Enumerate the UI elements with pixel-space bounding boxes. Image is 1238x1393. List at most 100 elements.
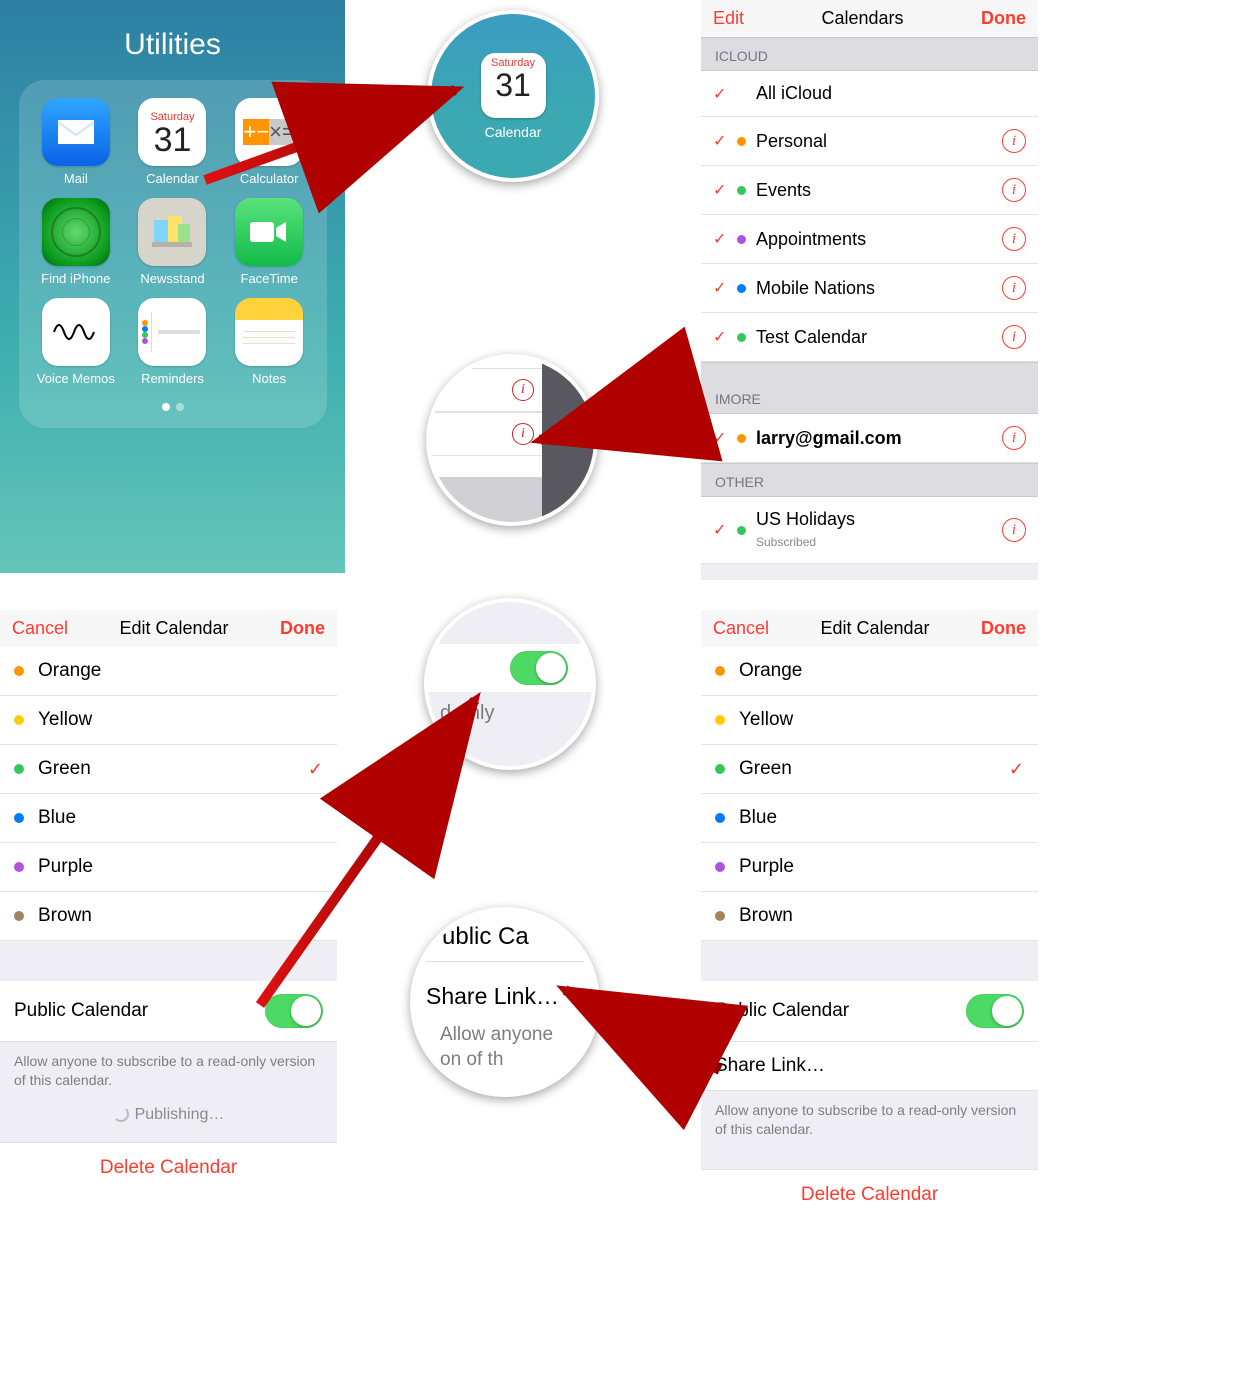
- info-icon[interactable]: i: [1002, 227, 1026, 251]
- info-icon[interactable]: i: [1002, 178, 1026, 202]
- share-link-row[interactable]: Share Link…: [701, 1042, 1038, 1091]
- calendar-imore-item[interactable]: ✓ larry@gmail.com i: [701, 414, 1038, 463]
- calendar-us-holidays[interactable]: ✓ US Holidays Subscribed i: [701, 497, 1038, 564]
- delete-calendar-button[interactable]: Delete Calendar: [701, 1169, 1038, 1220]
- row-label: Blue: [38, 807, 323, 829]
- zoom-row-public: Public Ca: [426, 923, 584, 962]
- row-label: Green: [739, 758, 1009, 780]
- color-dot: [715, 911, 725, 921]
- color-green[interactable]: Green✓: [0, 745, 337, 794]
- color-brown[interactable]: Brown: [701, 892, 1038, 941]
- info-icon: i: [512, 379, 534, 401]
- done-button[interactable]: Done: [981, 618, 1026, 639]
- edit-button[interactable]: Edit: [713, 8, 744, 29]
- done-button[interactable]: Done: [981, 8, 1026, 29]
- app-notes[interactable]: Notes: [224, 298, 315, 386]
- calendar-mobile-nations[interactable]: ✓ Mobile Nations i: [701, 264, 1038, 313]
- app-label: Newsstand: [140, 271, 204, 286]
- app-calculator[interactable]: +−×= Calculator: [224, 98, 315, 186]
- notes-icon: [235, 298, 303, 366]
- color-brown[interactable]: Brown: [0, 892, 337, 941]
- cancel-button[interactable]: Cancel: [713, 618, 769, 639]
- calendar-daynum: 31: [154, 123, 192, 157]
- section-header-icloud: ICLOUD: [701, 37, 1038, 71]
- check-icon: ✓: [308, 759, 323, 780]
- calendar-all-icloud[interactable]: ✓ All iCloud: [701, 71, 1038, 117]
- nav-title: Calendars: [821, 8, 903, 29]
- app-label: Reminders: [141, 371, 204, 386]
- color-purple[interactable]: Purple: [701, 843, 1038, 892]
- calendar-appointments[interactable]: ✓ Appointments i: [701, 215, 1038, 264]
- row-label: Public Calendar: [715, 1000, 966, 1022]
- app-facetime[interactable]: FaceTime: [224, 198, 315, 286]
- app-voice-memos[interactable]: Voice Memos: [31, 298, 122, 386]
- app-label: Calendar: [485, 124, 542, 140]
- find-iphone-icon: [42, 198, 110, 266]
- color-green[interactable]: Green✓: [701, 745, 1038, 794]
- calendar-personal[interactable]: ✓ Personal i: [701, 117, 1038, 166]
- row-label: Blue: [739, 807, 1024, 829]
- color-orange[interactable]: Orange: [701, 647, 1038, 696]
- app-newsstand[interactable]: Newsstand: [127, 198, 218, 286]
- navbar: Edit Calendars Done: [701, 0, 1038, 37]
- row-label: Test Calendar: [756, 327, 1002, 348]
- public-calendar-toggle[interactable]: [265, 994, 323, 1028]
- done-button[interactable]: Done: [280, 618, 325, 639]
- row-label: Personal: [756, 131, 1002, 152]
- color-orange[interactable]: Orange: [0, 647, 337, 696]
- public-calendar-toggle[interactable]: [966, 994, 1024, 1028]
- color-blue[interactable]: Blue: [701, 794, 1038, 843]
- cancel-button[interactable]: Cancel: [12, 618, 68, 639]
- calendar-icon: Saturday 31: [138, 98, 206, 166]
- check-icon: ✓: [713, 327, 733, 347]
- app-reminders[interactable]: Reminders: [127, 298, 218, 386]
- calculator-icon: +−×=: [235, 98, 303, 166]
- info-icon[interactable]: i: [1002, 518, 1026, 542]
- public-calendar-row[interactable]: Public Calendar: [0, 981, 337, 1042]
- calendar-test[interactable]: ✓ Test Calendar i: [701, 313, 1038, 362]
- row-label: Orange: [38, 660, 323, 682]
- zoom-calendar-app: Saturday 31 Calendar: [427, 10, 599, 182]
- check-icon: ✓: [713, 84, 733, 104]
- row-label: larry@gmail.com: [756, 428, 1002, 449]
- app-calendar[interactable]: Saturday 31 Calendar: [127, 98, 218, 186]
- color-dot: [715, 813, 725, 823]
- public-calendar-row[interactable]: Public Calendar: [701, 981, 1038, 1042]
- color-yellow[interactable]: Yellow: [701, 696, 1038, 745]
- color-dot: [715, 764, 725, 774]
- toggle-switch: [510, 651, 568, 685]
- navbar: Cancel Edit Calendar Done: [0, 610, 337, 647]
- color-dot: [14, 715, 24, 725]
- info-icon[interactable]: i: [1002, 129, 1026, 153]
- info-icon[interactable]: i: [1002, 276, 1026, 300]
- delete-calendar-button[interactable]: Delete Calendar: [0, 1142, 337, 1193]
- row-label: Yellow: [38, 709, 323, 731]
- row-label: Brown: [38, 905, 323, 927]
- calendar-events[interactable]: ✓ Events i: [701, 166, 1038, 215]
- color-blue[interactable]: Blue: [0, 794, 337, 843]
- row-label: US Holidays Subscribed: [756, 509, 1002, 551]
- navbar: Cancel Edit Calendar Done: [701, 610, 1038, 647]
- check-icon: ✓: [713, 278, 733, 298]
- color-dot: [715, 862, 725, 872]
- app-mail[interactable]: Mail: [31, 98, 122, 186]
- app-label: Voice Memos: [37, 371, 115, 386]
- row-label: Yellow: [739, 709, 1024, 731]
- color-purple[interactable]: Purple: [0, 843, 337, 892]
- app-label: Calculator: [240, 171, 299, 186]
- folder-body: Mail Saturday 31 Calendar +−×= Calculato…: [19, 80, 327, 428]
- newsstand-icon: [138, 198, 206, 266]
- check-icon: ✓: [713, 131, 733, 151]
- app-find-iphone[interactable]: Find iPhone: [31, 198, 122, 286]
- check-icon: ✓: [713, 428, 733, 448]
- info-icon[interactable]: i: [1002, 426, 1026, 450]
- page-dots[interactable]: [31, 398, 315, 416]
- row-label: Green: [38, 758, 308, 780]
- color-dot: [737, 137, 746, 146]
- info-icon[interactable]: i: [1002, 325, 1026, 349]
- color-dot: [715, 715, 725, 725]
- nav-title: Edit Calendar: [119, 618, 228, 639]
- color-yellow[interactable]: Yellow: [0, 696, 337, 745]
- facetime-icon: [235, 198, 303, 266]
- color-dot: [737, 284, 746, 293]
